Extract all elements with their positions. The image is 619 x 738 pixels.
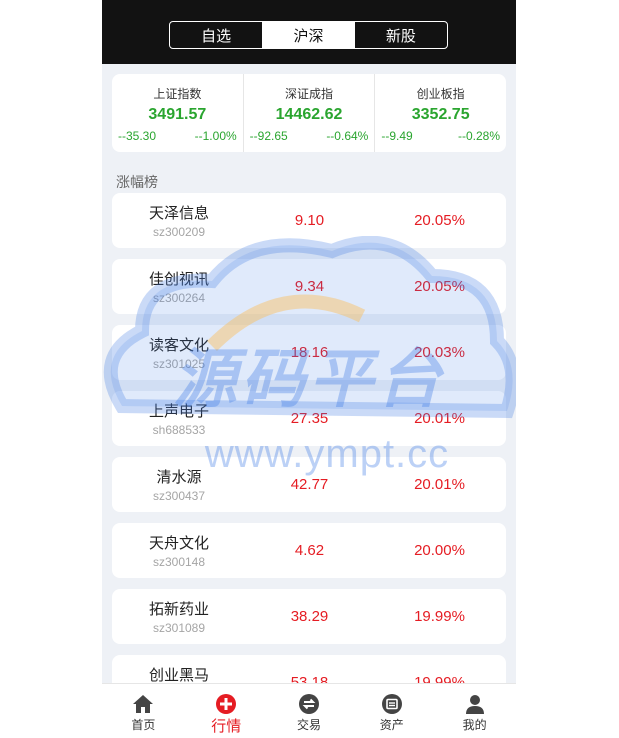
stock-change-pct: 20.00% xyxy=(414,542,465,559)
stock-row[interactable]: 读客文化 sz301025 18.16 20.03% xyxy=(112,325,506,380)
tab-label: 资产 xyxy=(379,718,404,732)
stock-name: 拓新药业 xyxy=(148,601,209,618)
stock-row[interactable]: 天泽信息 sz300209 9.10 20.05% xyxy=(112,193,506,248)
market-segment-control: 自选 沪深 新股 xyxy=(169,21,448,49)
stock-row[interactable]: 上声电子 sh688533 27.35 20.01% xyxy=(112,391,506,446)
stock-name: 佳创视讯 xyxy=(148,271,209,288)
stock-name: 天泽信息 xyxy=(148,205,209,222)
stock-change-pct: 20.03% xyxy=(414,344,465,361)
index-change-pct: --1.00% xyxy=(194,129,237,143)
stock-name: 上声电子 xyxy=(148,403,209,420)
stock-name: 创业黑马 xyxy=(148,667,209,684)
stock-row[interactable]: 拓新药业 sz301089 38.29 19.99% xyxy=(112,589,506,644)
stock-code: sz300264 xyxy=(152,291,206,305)
index-price: 3352.75 xyxy=(411,106,470,123)
stock-name: 读客文化 xyxy=(148,337,209,354)
tab-new-stocks[interactable]: 新股 xyxy=(355,22,447,48)
index-chinext[interactable]: 创业板指 3352.75 --9.49 --0.28% xyxy=(374,74,506,152)
tab-label: 行情 xyxy=(211,718,242,735)
stock-price: 4.62 xyxy=(294,542,325,559)
tab-assets[interactable]: 资产 xyxy=(350,684,433,738)
stock-change-pct: 20.01% xyxy=(414,476,465,493)
index-name: 创业板指 xyxy=(416,87,465,101)
top-header: 自选 沪深 新股 xyxy=(102,0,516,64)
tab-home[interactable]: 首页 xyxy=(102,684,185,738)
index-change: --9.49 xyxy=(381,129,413,143)
tab-market[interactable]: 行情 xyxy=(185,684,268,738)
stock-code: sh688533 xyxy=(152,423,206,437)
index-name: 上证指数 xyxy=(153,87,202,101)
index-change: --92.65 xyxy=(249,129,288,143)
tab-shanghai-shenzhen[interactable]: 沪深 xyxy=(262,22,355,48)
stock-row[interactable]: 佳创视讯 sz300264 9.34 20.05% xyxy=(112,259,506,314)
tab-watchlist[interactable]: 自选 xyxy=(170,22,262,48)
index-name: 深证成指 xyxy=(285,87,334,101)
index-price: 3491.57 xyxy=(148,106,207,123)
tab-label: 我的 xyxy=(462,718,487,732)
stock-price: 27.35 xyxy=(290,410,329,427)
stock-name: 清水源 xyxy=(156,469,202,486)
stock-price: 42.77 xyxy=(290,476,329,493)
stock-change-pct: 19.99% xyxy=(414,608,465,625)
stock-change-pct: 20.05% xyxy=(414,278,465,295)
user-icon xyxy=(465,695,484,714)
wallet-icon xyxy=(381,694,402,714)
stock-code: sz301025 xyxy=(152,357,206,371)
index-price: 14462.62 xyxy=(275,106,343,123)
bottom-tab-bar: 首页 行情 交易 资产 我的 xyxy=(102,683,516,738)
stock-price: 9.10 xyxy=(294,212,325,229)
phone-screen: 自选 沪深 新股 上证指数 3491.57 --35.30 --1.00% 深证… xyxy=(102,0,516,738)
index-szse[interactable]: 深证成指 14462.62 --92.65 --0.64% xyxy=(242,74,375,152)
stock-price: 9.34 xyxy=(294,278,325,295)
stock-price: 38.29 xyxy=(290,608,329,625)
index-change-pct: --0.64% xyxy=(326,129,369,143)
exchange-icon xyxy=(298,694,319,714)
tab-trade[interactable]: 交易 xyxy=(268,684,351,738)
stock-row[interactable]: 清水源 sz300437 42.77 20.01% xyxy=(112,457,506,512)
stock-code: sz300209 xyxy=(152,225,206,239)
index-change: --35.30 xyxy=(118,129,157,143)
tab-profile[interactable]: 我的 xyxy=(433,684,516,738)
stock-row[interactable]: 天舟文化 sz300148 4.62 20.00% xyxy=(112,523,506,578)
stock-price: 18.16 xyxy=(290,344,329,361)
stock-code: sz300148 xyxy=(152,555,206,569)
stock-name: 天舟文化 xyxy=(148,535,209,552)
index-sse[interactable]: 上证指数 3491.57 --35.30 --1.00% xyxy=(112,74,243,152)
tab-label: 首页 xyxy=(131,718,156,732)
home-icon xyxy=(133,695,154,713)
stock-code: sz301089 xyxy=(152,621,206,635)
stock-change-pct: 20.01% xyxy=(414,410,465,427)
stock-code: sz300437 xyxy=(152,489,206,503)
plus-circle-icon xyxy=(216,694,237,714)
index-change-pct: --0.28% xyxy=(457,129,501,143)
index-summary-card: 上证指数 3491.57 --35.30 --1.00% 深证成指 14462.… xyxy=(112,74,506,152)
gainers-section-title: 涨幅榜 xyxy=(116,174,158,190)
stock-change-pct: 20.05% xyxy=(414,212,465,229)
tab-label: 交易 xyxy=(296,718,321,732)
